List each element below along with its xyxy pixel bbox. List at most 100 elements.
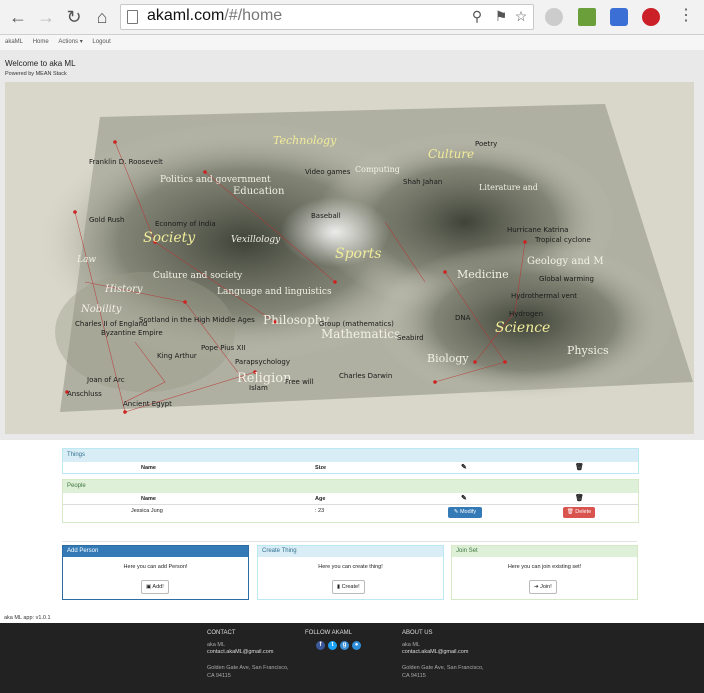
map-label-technology: Technology xyxy=(273,134,337,147)
map-small-22: Economy of India xyxy=(155,220,216,228)
home-icon[interactable]: ⌂ xyxy=(92,7,112,27)
map-small-17: Hydrogen xyxy=(509,310,543,318)
footer: CONTACT aka ML contact.akaML@gmail.com G… xyxy=(0,623,704,693)
map-label-society: Society xyxy=(143,230,196,246)
people-panel-title: People xyxy=(63,480,638,493)
pinterest-icon[interactable] xyxy=(642,8,660,26)
footer-contact-heading: CONTACT xyxy=(207,630,236,636)
add-person-card-title: Add Person xyxy=(63,546,248,557)
delete-button[interactable]: 🗑 Delete xyxy=(563,507,595,518)
map-small-10: Ancient Egypt xyxy=(123,400,172,408)
extension-1-icon[interactable] xyxy=(545,8,563,26)
footer-follow-heading: FOLLOW AKAML xyxy=(305,630,353,636)
join-set-card: Join Set Here you can join existing set!… xyxy=(451,545,638,600)
browser-toolbar: ← → ↻ ⌂ akaml.com/#/home ⚲ ⚑ ☆ ⋮ xyxy=(0,0,704,35)
map-label-8: Geology and M xyxy=(527,256,604,267)
people-panel: People Name Age ✎ 🗑 Jessica Jung : 23 ✎ … xyxy=(62,479,639,523)
map-label-1: Education xyxy=(233,186,285,197)
map-small-8: Joan of Arc xyxy=(86,376,125,384)
footer-about-name: aka ML xyxy=(402,642,421,648)
app-navbar: akaML Home Actions ▾ Logout xyxy=(0,35,704,51)
nav-item-home[interactable]: Home xyxy=(33,35,49,50)
map-small-26: Video games xyxy=(305,168,351,176)
map-label-0: Politics and government xyxy=(160,175,271,185)
extension-tree-icon[interactable] xyxy=(578,8,596,26)
footer-contact-address1: Golden Gate Ave, San Francisco, xyxy=(207,665,289,671)
map-small-4: Byzantine Empire xyxy=(101,329,163,337)
modify-button[interactable]: ✎ Modify xyxy=(448,507,482,518)
map-small-9: Anschluss xyxy=(67,390,102,398)
map-label-10: Biology xyxy=(427,352,469,365)
map-label-2: Culture and society xyxy=(153,271,243,281)
nav-item-actions[interactable]: Actions ▾ xyxy=(58,35,82,50)
footer-about-address2: CA 94115 xyxy=(402,673,426,679)
map-label-7: Medicine xyxy=(457,268,509,281)
back-arrow-icon[interactable]: ← xyxy=(8,7,28,27)
map-label-12: Nobility xyxy=(80,304,122,315)
things-col-name: Name xyxy=(141,465,156,471)
map-label-sports: Sports xyxy=(335,246,381,262)
create-button[interactable]: ▮ Create! xyxy=(332,580,365,594)
map-small-19: Tropical cyclone xyxy=(534,236,591,244)
join-set-card-text: Here you can join existing set! xyxy=(507,564,582,570)
map-small-13: Charles Darwin xyxy=(339,372,392,380)
trash-icon: 🗑 xyxy=(575,495,584,502)
jumbotron: Welcome to aka ML Powered by MEAN Stack xyxy=(0,50,704,440)
extension-calendar-icon[interactable] xyxy=(610,8,628,26)
join-button[interactable]: ➔ Join! xyxy=(529,580,557,594)
footer-contact-email[interactable]: contact.akaML@gmail.com xyxy=(207,649,273,656)
google-plus-icon[interactable]: g xyxy=(340,641,349,650)
url-text: akaml.com/#/home xyxy=(147,7,283,24)
footer-contact-address2: CA 94115 xyxy=(207,673,231,679)
address-bar[interactable]: akaml.com/#/home ⚲ ⚑ ☆ xyxy=(120,4,534,30)
app-version: aka ML app: v1.0.1 xyxy=(4,615,51,621)
create-thing-card: Create Thing Here you can create thing! … xyxy=(257,545,444,600)
nav-item-logout[interactable]: Logout xyxy=(92,35,110,50)
person-age: : 23 xyxy=(315,508,325,514)
map-small-24: Poetry xyxy=(475,140,497,148)
map-small-21: Baseball xyxy=(311,212,341,220)
map-small-23: Hydrothermal vent xyxy=(511,292,577,300)
map-small-1: Gold Rush xyxy=(89,216,124,224)
map-small-15: DNA xyxy=(455,314,471,322)
section-divider xyxy=(62,541,637,542)
menu-dots-icon[interactable]: ⋮ xyxy=(678,6,694,26)
map-small-2: Charles II of England xyxy=(75,320,147,328)
pencil-icon: ✎ xyxy=(461,464,467,471)
things-panel: Things Name Size ✎ 🗑 xyxy=(62,448,639,474)
welcome-title: Welcome to aka ML xyxy=(5,59,76,68)
zoom-icon[interactable]: ⚲ xyxy=(469,8,485,24)
map-small-18: Global warming xyxy=(539,275,594,283)
add-person-card: Add Person Here you can add Person! ▣ Ad… xyxy=(62,545,249,600)
trash-icon: 🗑 xyxy=(575,464,584,471)
footer-about-heading: ABOUT US xyxy=(402,630,433,636)
pencil-icon: ✎ xyxy=(461,495,467,502)
things-col-size: Size xyxy=(315,465,327,471)
add-button[interactable]: ▣ Add! xyxy=(141,580,169,594)
map-label-5: Mathematics xyxy=(321,327,400,341)
footer-contact-name: aka ML xyxy=(207,642,226,648)
footer-about-email[interactable]: contact.akaML@gmail.com xyxy=(402,649,468,656)
facebook-icon[interactable]: f xyxy=(316,641,325,650)
map-small-25: Shah Jahan xyxy=(403,178,442,186)
brush-icon[interactable]: ⚑ xyxy=(493,8,509,24)
create-thing-card-title: Create Thing xyxy=(258,546,443,557)
map-small-5: King Arthur xyxy=(157,352,197,360)
nav-brand[interactable]: akaML xyxy=(5,35,23,50)
github-icon[interactable]: ● xyxy=(352,641,361,650)
bookmark-star-icon[interactable]: ☆ xyxy=(513,8,529,24)
create-thing-card-text: Here you can create thing! xyxy=(318,564,383,570)
twitter-icon[interactable]: t xyxy=(328,641,337,650)
people-col-name: Name xyxy=(141,496,156,502)
map-label-16: Computing xyxy=(355,165,400,174)
welcome-subtitle: Powered by MEAN Stack xyxy=(5,71,67,77)
forward-arrow-icon[interactable]: → xyxy=(36,7,56,27)
add-person-card-text: Here you can add Person! xyxy=(123,564,188,570)
map-label-11: History xyxy=(104,284,143,295)
map-small-20: Hurricane Katrina xyxy=(507,226,568,234)
things-panel-title: Things xyxy=(63,449,638,462)
reload-icon[interactable]: ↻ xyxy=(64,7,84,27)
map-small-0: Franklin D. Roosevelt xyxy=(89,158,163,166)
map-label-15: Literature and xyxy=(479,183,538,192)
people-divider xyxy=(63,504,638,505)
